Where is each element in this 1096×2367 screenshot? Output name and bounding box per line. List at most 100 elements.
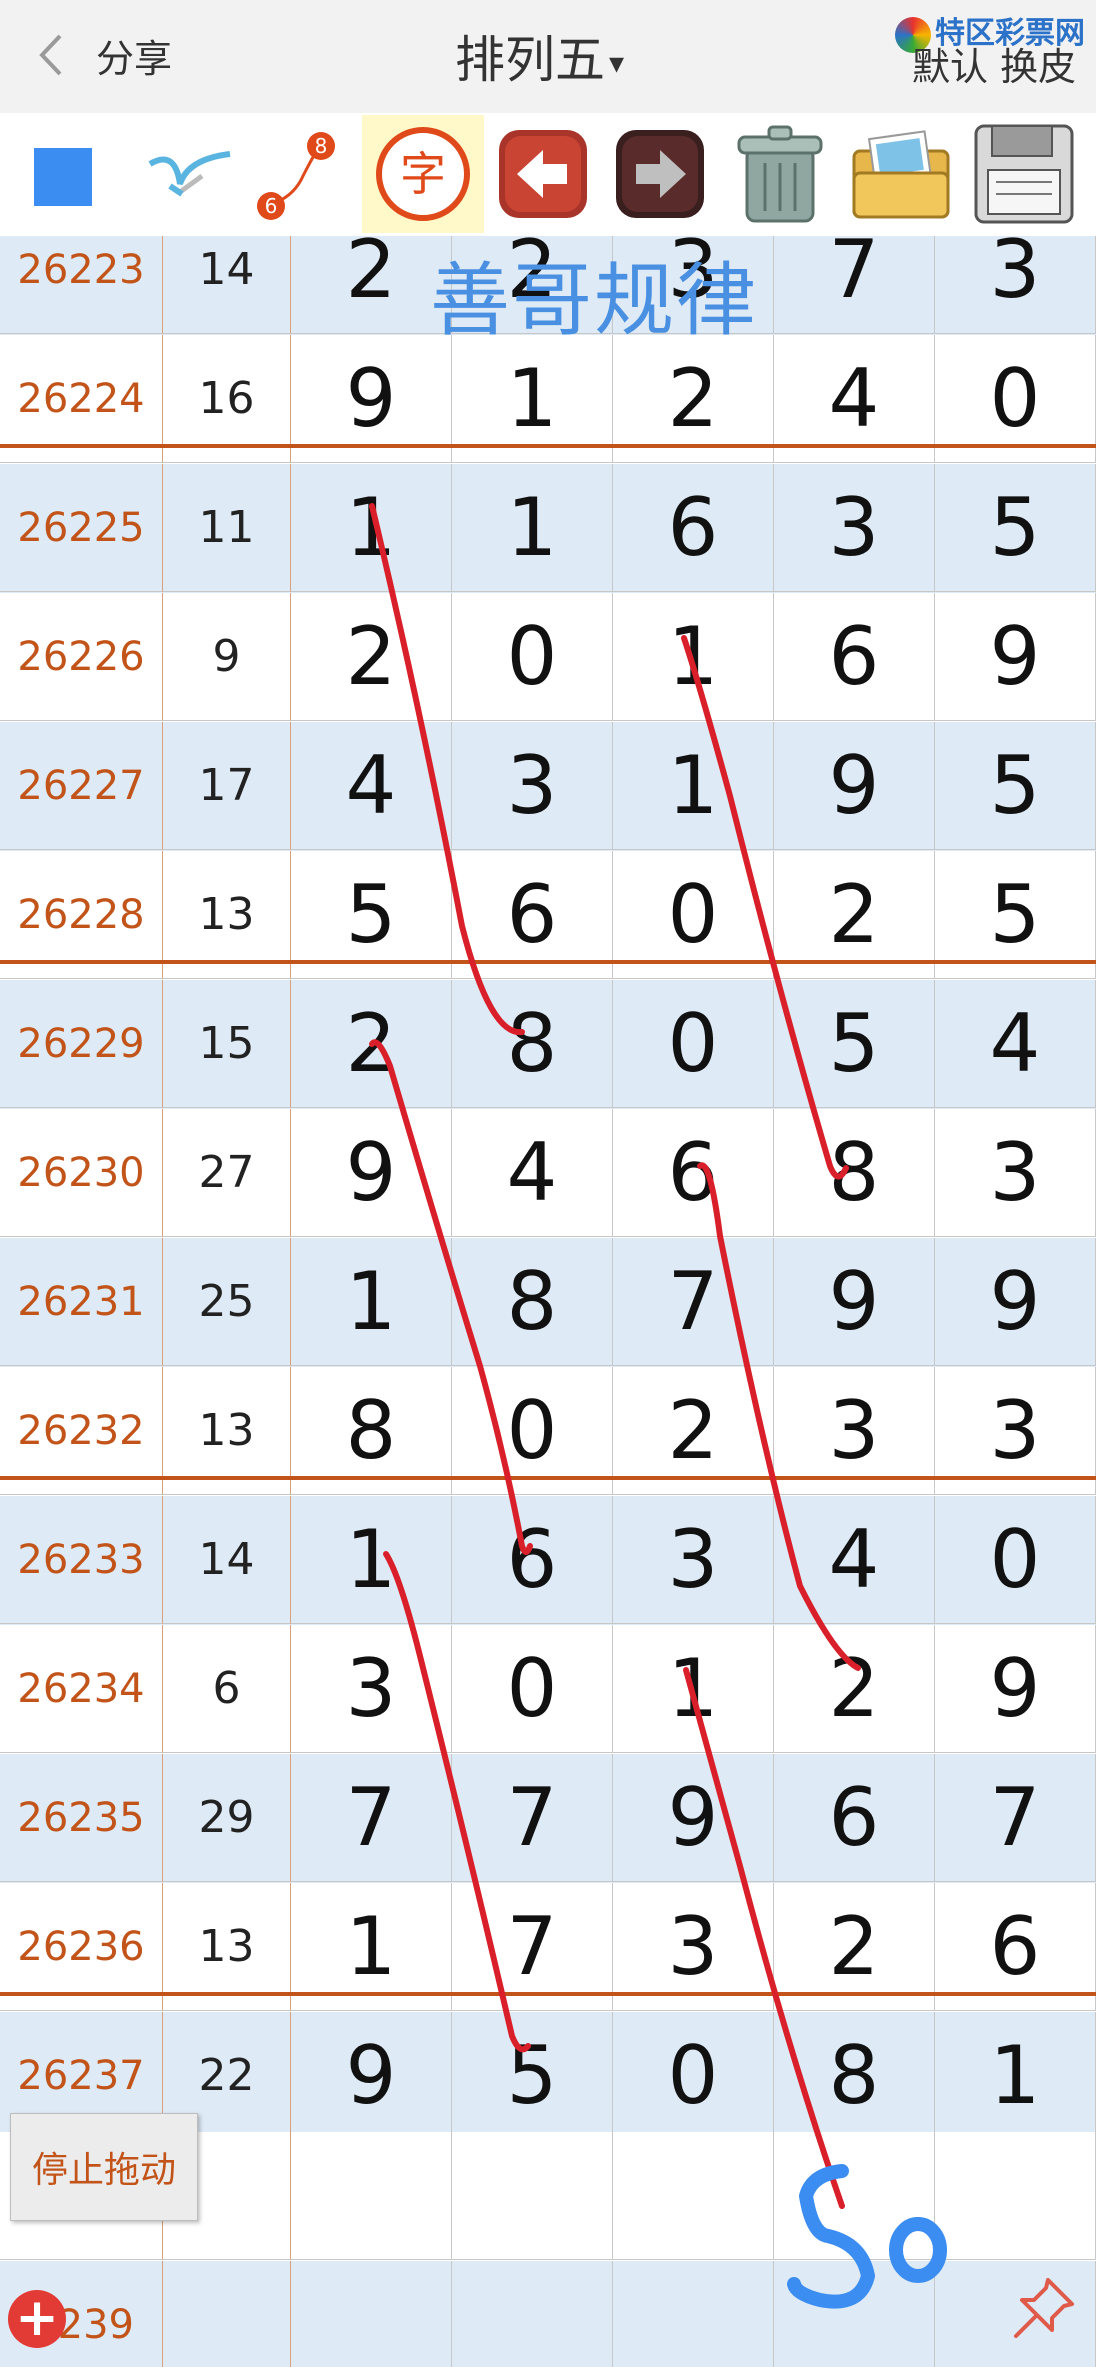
row-sum: 29 bbox=[163, 1754, 291, 1882]
table-row: 26235 29 7 7 9 6 7 bbox=[0, 1754, 1096, 1883]
row-digit-2[interactable]: 1 bbox=[452, 464, 613, 592]
row-issue-id: 26226 bbox=[0, 593, 163, 721]
row-digit-2[interactable]: 6 bbox=[452, 1496, 613, 1624]
change-skin-button[interactable]: 默认 换皮 bbox=[912, 36, 1076, 91]
row-digit-5[interactable]: 9 bbox=[935, 1238, 1096, 1366]
row-sum: 27 bbox=[163, 1109, 291, 1237]
row-digit-4[interactable]: 7 bbox=[774, 236, 935, 334]
draw-chart-grid[interactable]: 26223 14 2 2 3 7 3 26224 16 9 1 2 4 0 26225 11 1 1 6 3 5 2622… bbox=[0, 236, 1096, 2367]
color-square-tool[interactable] bbox=[20, 115, 100, 233]
row-digit-4[interactable]: 2 bbox=[774, 1625, 935, 1753]
group-separator bbox=[0, 960, 1096, 964]
row-digit-3[interactable]: 9 bbox=[613, 1754, 774, 1882]
game-title-dropdown[interactable]: 排列五 ▾ bbox=[455, 20, 624, 92]
save-button[interactable] bbox=[965, 115, 1083, 233]
undo-button[interactable] bbox=[493, 115, 593, 233]
table-row: 26225 11 1 1 6 3 5 bbox=[0, 464, 1096, 593]
share-button[interactable]: 分享 bbox=[96, 28, 172, 83]
row-sum: 9 bbox=[163, 593, 291, 721]
table-row-empty: 239 bbox=[0, 2261, 1096, 2367]
svg-text:8: 8 bbox=[315, 134, 328, 158]
row-digit-1[interactable]: 2 bbox=[291, 593, 452, 721]
photos-button[interactable] bbox=[845, 115, 957, 233]
row-digit-5[interactable]: 0 bbox=[935, 1496, 1096, 1624]
row-digit-2[interactable]: 0 bbox=[452, 1625, 613, 1753]
trash-can-icon bbox=[737, 125, 823, 223]
row-digit-1[interactable]: 1 bbox=[291, 1496, 452, 1624]
pin-icon[interactable] bbox=[1008, 2272, 1080, 2344]
row-digit-5[interactable]: 7 bbox=[935, 1754, 1096, 1882]
table-row: 26226 9 2 0 1 6 9 bbox=[0, 593, 1096, 722]
row-digit-5[interactable]: 9 bbox=[935, 1625, 1096, 1753]
row-digit-3[interactable]: 1 bbox=[613, 593, 774, 721]
row-digit-3[interactable]: 6 bbox=[613, 1109, 774, 1237]
row-sum: 25 bbox=[163, 1238, 291, 1366]
row-digit-2[interactable]: 3 bbox=[452, 722, 613, 850]
row-digit-2[interactable]: 5 bbox=[452, 2012, 613, 2140]
row-issue-id: 26225 bbox=[0, 464, 163, 592]
svg-text:字: 字 bbox=[400, 147, 446, 201]
redo-arrow-icon bbox=[616, 130, 704, 218]
row-digit-2[interactable]: 8 bbox=[452, 980, 613, 1108]
group-separator bbox=[0, 1476, 1096, 1480]
row-digit-3[interactable]: 6 bbox=[613, 464, 774, 592]
row-digit-4[interactable]: 6 bbox=[774, 593, 935, 721]
redo-button[interactable] bbox=[610, 115, 710, 233]
row-digit-5[interactable]: 3 bbox=[935, 1109, 1096, 1237]
row-digit-5[interactable]: 5 bbox=[935, 722, 1096, 850]
clear-button[interactable] bbox=[722, 115, 838, 233]
row-digit-3[interactable]: 7 bbox=[613, 1238, 774, 1366]
row-digit-1[interactable]: 1 bbox=[291, 1238, 452, 1366]
back-chevron-icon[interactable] bbox=[28, 30, 78, 80]
row-issue-id: 26234 bbox=[0, 1625, 163, 1753]
row-digit-4[interactable]: 8 bbox=[774, 1109, 935, 1237]
row-digit-2[interactable]: 0 bbox=[452, 593, 613, 721]
watermark-text: 善哥规律 bbox=[430, 254, 758, 347]
row-digit-1[interactable]: 7 bbox=[291, 1754, 452, 1882]
number-line-tool[interactable]: 8 6 bbox=[255, 115, 345, 233]
row-sum: 17 bbox=[163, 722, 291, 850]
row-digit-1[interactable]: 2 bbox=[291, 236, 452, 334]
row-digit-3[interactable]: 1 bbox=[613, 722, 774, 850]
row-digit-4[interactable]: 8 bbox=[774, 2012, 935, 2140]
game-title: 排列五 bbox=[455, 31, 605, 89]
row-sum: 11 bbox=[163, 464, 291, 592]
add-button-icon[interactable]: + bbox=[8, 2290, 66, 2348]
row-digit-4[interactable]: 5 bbox=[774, 980, 935, 1108]
row-digit-3[interactable]: 0 bbox=[613, 2012, 774, 2140]
row-digit-4[interactable]: 4 bbox=[774, 1496, 935, 1624]
row-digit-5[interactable]: 5 bbox=[935, 464, 1096, 592]
undo-arrow-icon bbox=[499, 130, 587, 218]
group-separator bbox=[0, 444, 1096, 448]
row-digit-2[interactable]: 4 bbox=[452, 1109, 613, 1237]
row-digit-5[interactable]: 4 bbox=[935, 980, 1096, 1108]
row-digit-1[interactable]: 2 bbox=[291, 980, 452, 1108]
row-digit-1[interactable]: 1 bbox=[291, 464, 452, 592]
row-sum: 14 bbox=[163, 1496, 291, 1624]
row-digit-1[interactable]: 9 bbox=[291, 2012, 452, 2140]
row-issue-id: 26233 bbox=[0, 1496, 163, 1624]
row-sum: 6 bbox=[163, 1625, 291, 1753]
row-digit-3[interactable]: 1 bbox=[613, 1625, 774, 1753]
row-digit-1[interactable]: 9 bbox=[291, 1109, 452, 1237]
row-digit-4[interactable]: 6 bbox=[774, 1754, 935, 1882]
row-digit-2[interactable]: 7 bbox=[452, 1754, 613, 1882]
pen-tool[interactable] bbox=[140, 115, 240, 233]
row-digit-5[interactable]: 3 bbox=[935, 236, 1096, 334]
row-digit-1[interactable]: 3 bbox=[291, 1625, 452, 1753]
row-digit-1[interactable]: 4 bbox=[291, 722, 452, 850]
row-digit-5[interactable]: 9 bbox=[935, 593, 1096, 721]
row-digit-4[interactable]: 9 bbox=[774, 722, 935, 850]
row-digit-4[interactable]: 9 bbox=[774, 1238, 935, 1366]
text-tool[interactable]: 字 bbox=[362, 115, 484, 233]
row-issue-id: 26230 bbox=[0, 1109, 163, 1237]
row-digit-4[interactable]: 3 bbox=[774, 464, 935, 592]
row-digit-3[interactable]: 3 bbox=[613, 1496, 774, 1624]
svg-text:6: 6 bbox=[265, 194, 278, 218]
row-digit-2[interactable]: 8 bbox=[452, 1238, 613, 1366]
photo-folder-icon bbox=[852, 130, 950, 219]
table-row: 26227 17 4 3 1 9 5 bbox=[0, 722, 1096, 851]
row-digit-5[interactable]: 1 bbox=[935, 2012, 1096, 2140]
stop-drag-button[interactable]: 停止拖动 bbox=[10, 2113, 198, 2221]
row-digit-3[interactable]: 0 bbox=[613, 980, 774, 1108]
